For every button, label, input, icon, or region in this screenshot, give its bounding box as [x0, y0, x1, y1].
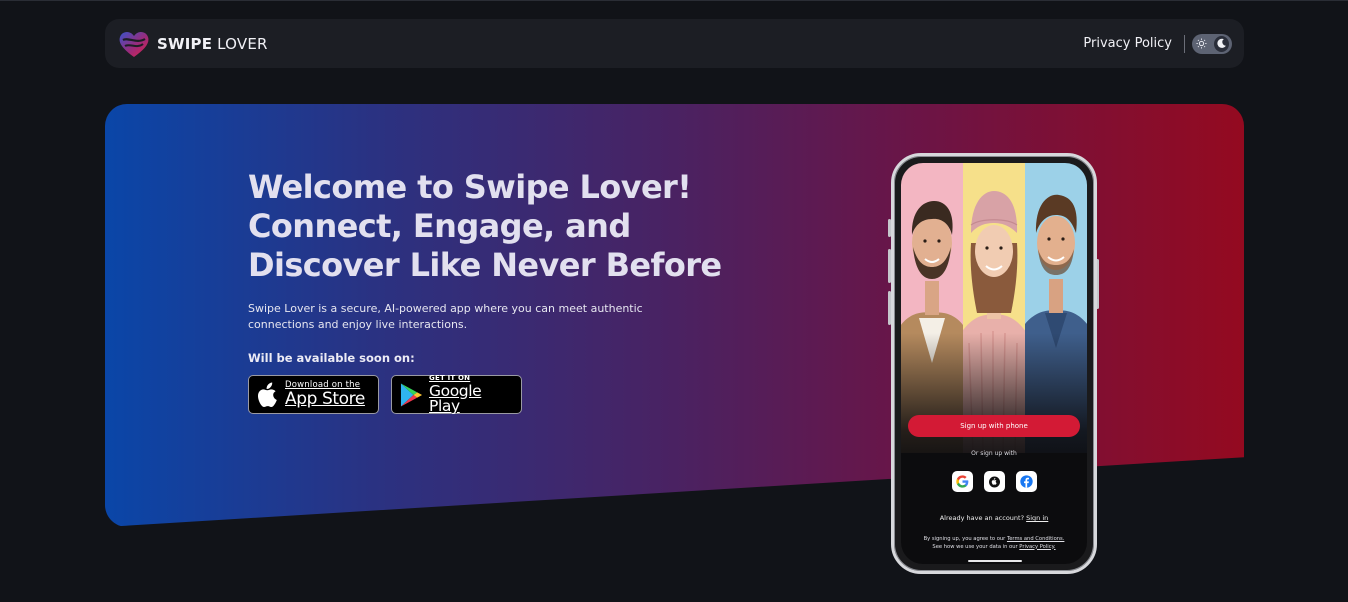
app-store-text: Download on the App Store	[285, 379, 365, 410]
hero-description: Swipe Lover is a secure, AI-powered app …	[248, 302, 643, 331]
facebook-signup-button[interactable]	[1015, 471, 1037, 492]
apple-signup-button[interactable]	[983, 471, 1005, 492]
google-icon	[955, 475, 968, 488]
privacy-link-phone[interactable]: Privacy Policy.	[1019, 544, 1055, 550]
nav-divider	[1184, 34, 1185, 53]
nav-right: Privacy Policy	[1083, 33, 1232, 54]
apple-icon	[258, 382, 277, 407]
moon-icon	[1214, 35, 1229, 52]
top-navbar: SWIPE LOVER Privacy Policy	[105, 19, 1244, 68]
phone-mockup: Sign up with phone Or sign up with Alrea…	[891, 153, 1097, 574]
social-signup-row	[901, 471, 1087, 492]
legal-notice: By signing up, you agree to our Terms an…	[923, 536, 1065, 550]
google-play-text: GET IT ON Google Play	[429, 373, 482, 415]
sign-up-with-phone-button[interactable]: Sign up with phone	[908, 415, 1080, 437]
privacy-policy-link[interactable]: Privacy Policy	[1083, 36, 1172, 51]
facebook-icon	[1019, 475, 1033, 488]
or-sign-up-label: Or sign up with	[971, 450, 1017, 457]
terms-link[interactable]: Terms and Conditions.	[1007, 536, 1064, 542]
sign-in-link[interactable]: Sign in	[1026, 514, 1048, 522]
phone-screen: Sign up with phone Or sign up with Alrea…	[901, 163, 1087, 564]
already-have-account: Already have an account? Sign in	[939, 514, 1049, 522]
brand[interactable]: SWIPE LOVER	[117, 29, 268, 59]
google-signup-button[interactable]	[951, 471, 973, 492]
hero-title: Welcome to Swipe Lover! Connect, Engage,…	[248, 168, 722, 284]
google-play-icon	[400, 382, 423, 407]
availability-label: Will be available soon on:	[248, 351, 415, 365]
brand-name: SWIPE LOVER	[157, 34, 268, 53]
home-indicator	[968, 560, 1022, 562]
app-store-button[interactable]: Download on the App Store	[248, 375, 379, 414]
theme-toggle[interactable]	[1192, 33, 1232, 54]
apple-icon	[988, 476, 1000, 488]
sun-icon	[1195, 37, 1208, 51]
google-play-button[interactable]: GET IT ON Google Play	[391, 373, 522, 415]
heart-logo-icon	[119, 31, 149, 57]
